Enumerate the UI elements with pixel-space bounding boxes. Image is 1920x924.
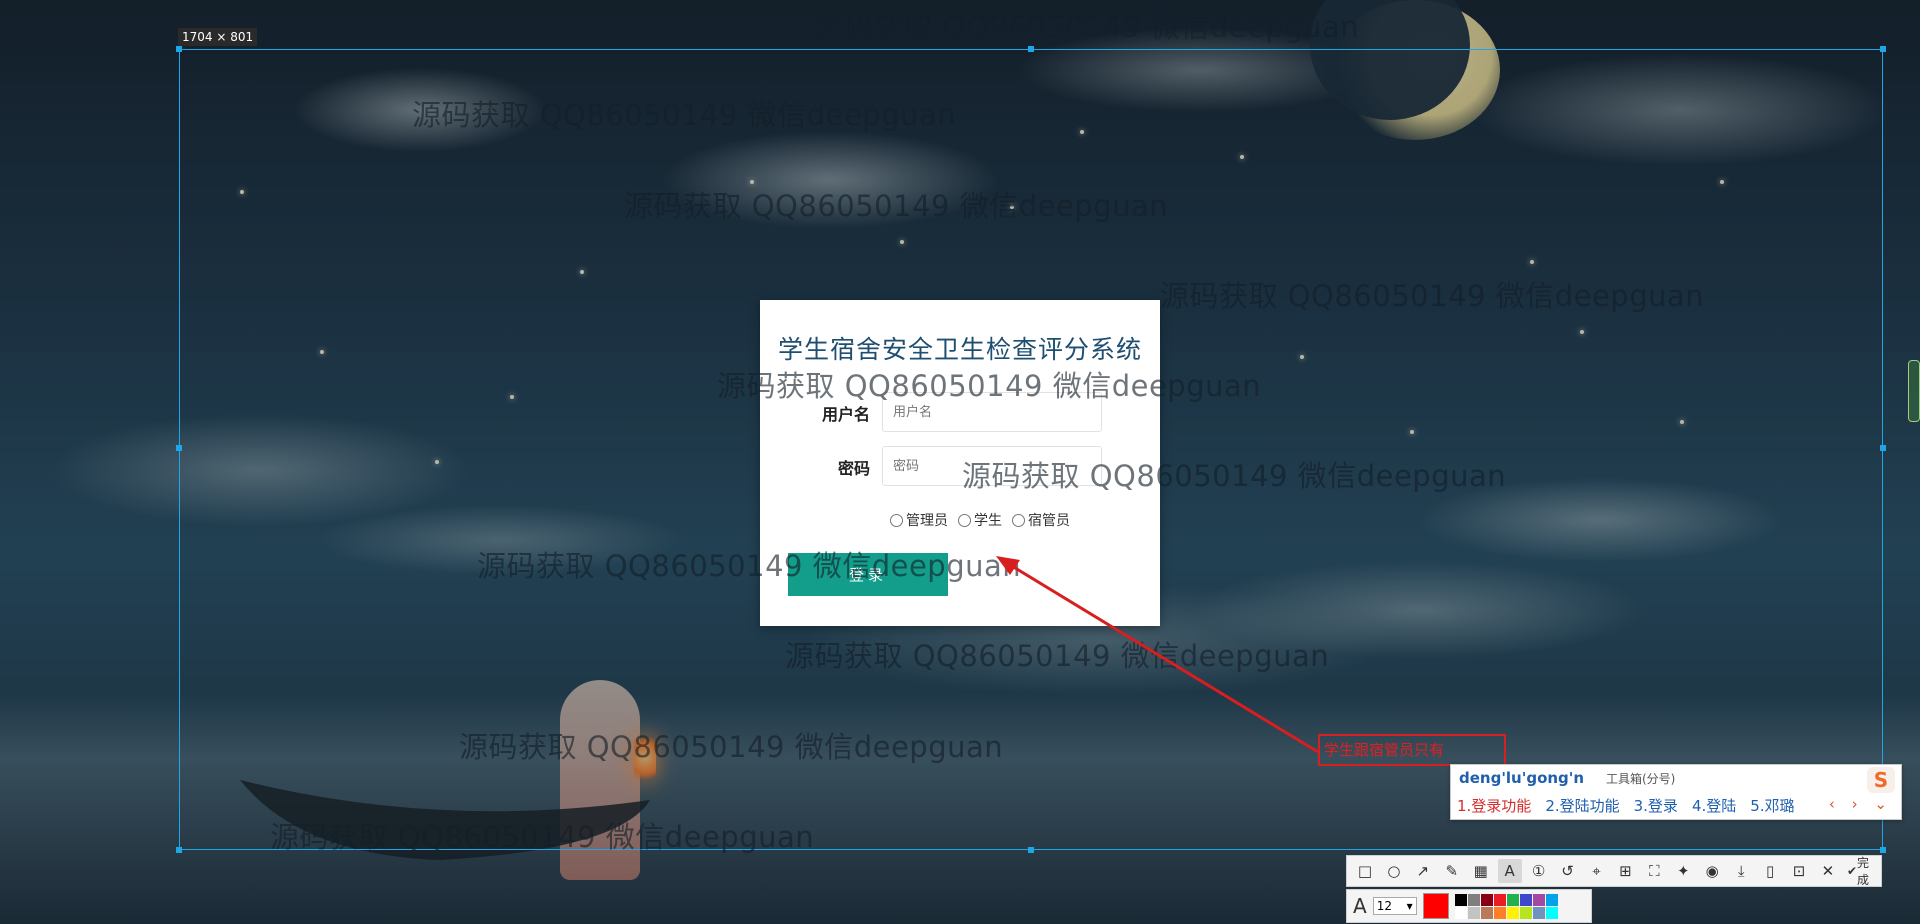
done-button[interactable]: ✔ 完成 (1847, 854, 1881, 888)
role-label: 管理员 (906, 513, 948, 529)
color-swatch[interactable] (1532, 906, 1545, 919)
watermark: 源码获取 QQ86050149 微信deepguan (459, 730, 1004, 764)
phone-icon[interactable]: ▯ (1758, 859, 1782, 883)
system-title: 学生宿舍安全卫生检查评分系统 (777, 335, 1142, 364)
ime-candidate[interactable]: 3.登录 (1634, 795, 1678, 816)
radio-circle-icon[interactable] (958, 513, 971, 527)
radio-circle-icon[interactable] (890, 513, 903, 527)
watermark: 源码获取 QQ86050149 微信deepguan (785, 639, 1330, 673)
color-swatch[interactable] (1519, 906, 1532, 919)
color-swatch[interactable] (1467, 906, 1480, 919)
scrollbar-thumb[interactable] (1908, 360, 1920, 422)
number-icon[interactable]: ① (1527, 859, 1551, 883)
close-icon[interactable]: ✕ (1816, 859, 1840, 883)
color-swatch[interactable] (1493, 893, 1506, 906)
color-swatch[interactable] (1506, 893, 1519, 906)
color-swatch[interactable] (1467, 893, 1480, 906)
ime-toolbox-hint[interactable]: 工具箱(分号) (1606, 770, 1675, 787)
screenshot-toolbar: □ ○ ↗ ✎ ▦ A ① ↺ ⌖ ⊞ ⛶ ✦ ◉ ⤓ ▯ ⊡ ✕ ✔ 完成 (1346, 855, 1882, 887)
color-swatch[interactable] (1506, 906, 1519, 919)
ime-candidate[interactable]: 2.登陆功能 (1545, 795, 1619, 816)
ellipse-icon[interactable]: ○ (1382, 859, 1406, 883)
role-label: 宿管员 (1028, 513, 1070, 529)
pin-icon[interactable]: ⌖ (1585, 859, 1609, 883)
download-icon[interactable]: ⤓ (1729, 859, 1753, 883)
check-icon: ✔ (1846, 864, 1857, 878)
resize-handle[interactable] (1028, 46, 1034, 52)
color-swatch[interactable] (1545, 906, 1558, 919)
done-label: 完成 (1857, 856, 1870, 887)
resize-handle[interactable] (1028, 847, 1034, 853)
color-swatch[interactable] (1493, 906, 1506, 919)
resize-handle[interactable] (1880, 847, 1886, 853)
watermark: 源码获取 QQ86050149 微信deepguan (815, 10, 1360, 44)
font-size-value: 12 (1376, 899, 1392, 913)
color-palette (1454, 893, 1558, 919)
mosaic-icon[interactable]: ▦ (1469, 859, 1493, 883)
sticky-icon[interactable]: ✦ (1671, 859, 1695, 883)
ocr-icon[interactable]: ⊞ (1613, 859, 1637, 883)
font-size-select[interactable]: 12 ▾ (1372, 897, 1417, 915)
long-screenshot-icon[interactable]: ⛶ (1642, 859, 1666, 883)
ime-candidate-window: deng'lu'gong'n 工具箱(分号) S 1.登录功能 2.登陆功能 3… (1450, 764, 1902, 820)
role-dorm-manager-radio[interactable]: 宿管员 (1012, 510, 1070, 530)
ime-pinyin: deng'lu'gong'n (1459, 769, 1585, 787)
resize-handle[interactable] (1880, 445, 1886, 451)
watermark: 源码获取 QQ86050149 微信deepguan (270, 820, 815, 854)
sogou-logo-icon: S (1867, 767, 1895, 793)
selection-size-label: 1704 × 801 (178, 28, 258, 46)
resize-handle[interactable] (176, 445, 182, 451)
watermark: 源码获取 QQ86050149 微信deepguan (1160, 279, 1705, 313)
text-icon[interactable]: A (1497, 859, 1522, 883)
pen-icon[interactable]: ✎ (1440, 859, 1464, 883)
current-color-swatch[interactable] (1422, 893, 1449, 919)
role-student-radio[interactable]: 学生 (958, 510, 1002, 530)
role-radio-group: 管理员 学生 宿管员 (890, 510, 1070, 530)
watermark: 源码获取 QQ86050149 微信deepguan (624, 189, 1169, 223)
watermark: 源码获取 QQ86050149 微信deepguan (717, 369, 1262, 403)
color-swatch[interactable] (1480, 893, 1493, 906)
color-swatch[interactable] (1480, 906, 1493, 919)
role-admin-radio[interactable]: 管理员 (890, 510, 948, 530)
resize-handle[interactable] (176, 847, 182, 853)
radio-circle-icon[interactable] (1012, 513, 1025, 527)
save-icon[interactable]: ⊡ (1787, 859, 1811, 883)
role-label: 学生 (974, 513, 1002, 529)
resize-handle[interactable] (1880, 46, 1886, 52)
rectangle-icon[interactable]: □ (1353, 859, 1377, 883)
ime-candidate[interactable]: 4.登陆 (1692, 795, 1736, 816)
watermark: 源码获取 QQ86050149 微信deepguan (412, 98, 957, 132)
chevron-down-icon: ▾ (1406, 899, 1413, 913)
ime-candidate[interactable]: 1.登录功能 (1457, 795, 1531, 816)
watermark: 源码获取 QQ86050149 微信deepguan (477, 549, 1022, 583)
watermark: 源码获取 QQ86050149 微信deepguan (962, 459, 1507, 493)
font-icon: A (1353, 894, 1367, 918)
password-label: 密码 (837, 459, 870, 478)
color-swatch[interactable] (1519, 893, 1532, 906)
text-style-bar: A 12 ▾ (1346, 889, 1592, 923)
annotation-textbox[interactable]: 学生跟宿管员只有 (1318, 734, 1506, 766)
ime-candidate[interactable]: 5.邓璐 (1750, 795, 1794, 816)
resize-handle[interactable] (176, 46, 182, 52)
arrow-icon[interactable]: ↗ (1411, 859, 1435, 883)
record-icon[interactable]: ◉ (1700, 859, 1724, 883)
color-swatch[interactable] (1545, 893, 1558, 906)
color-swatch[interactable] (1454, 906, 1467, 919)
color-swatch[interactable] (1454, 893, 1467, 906)
color-swatch[interactable] (1532, 893, 1545, 906)
undo-icon[interactable]: ↺ (1556, 859, 1580, 883)
ime-page-nav[interactable]: ‹ › ⌄ (1829, 795, 1893, 813)
ime-candidates: 1.登录功能 2.登陆功能 3.登录 4.登陆 5.邓璐 (1457, 795, 1795, 816)
